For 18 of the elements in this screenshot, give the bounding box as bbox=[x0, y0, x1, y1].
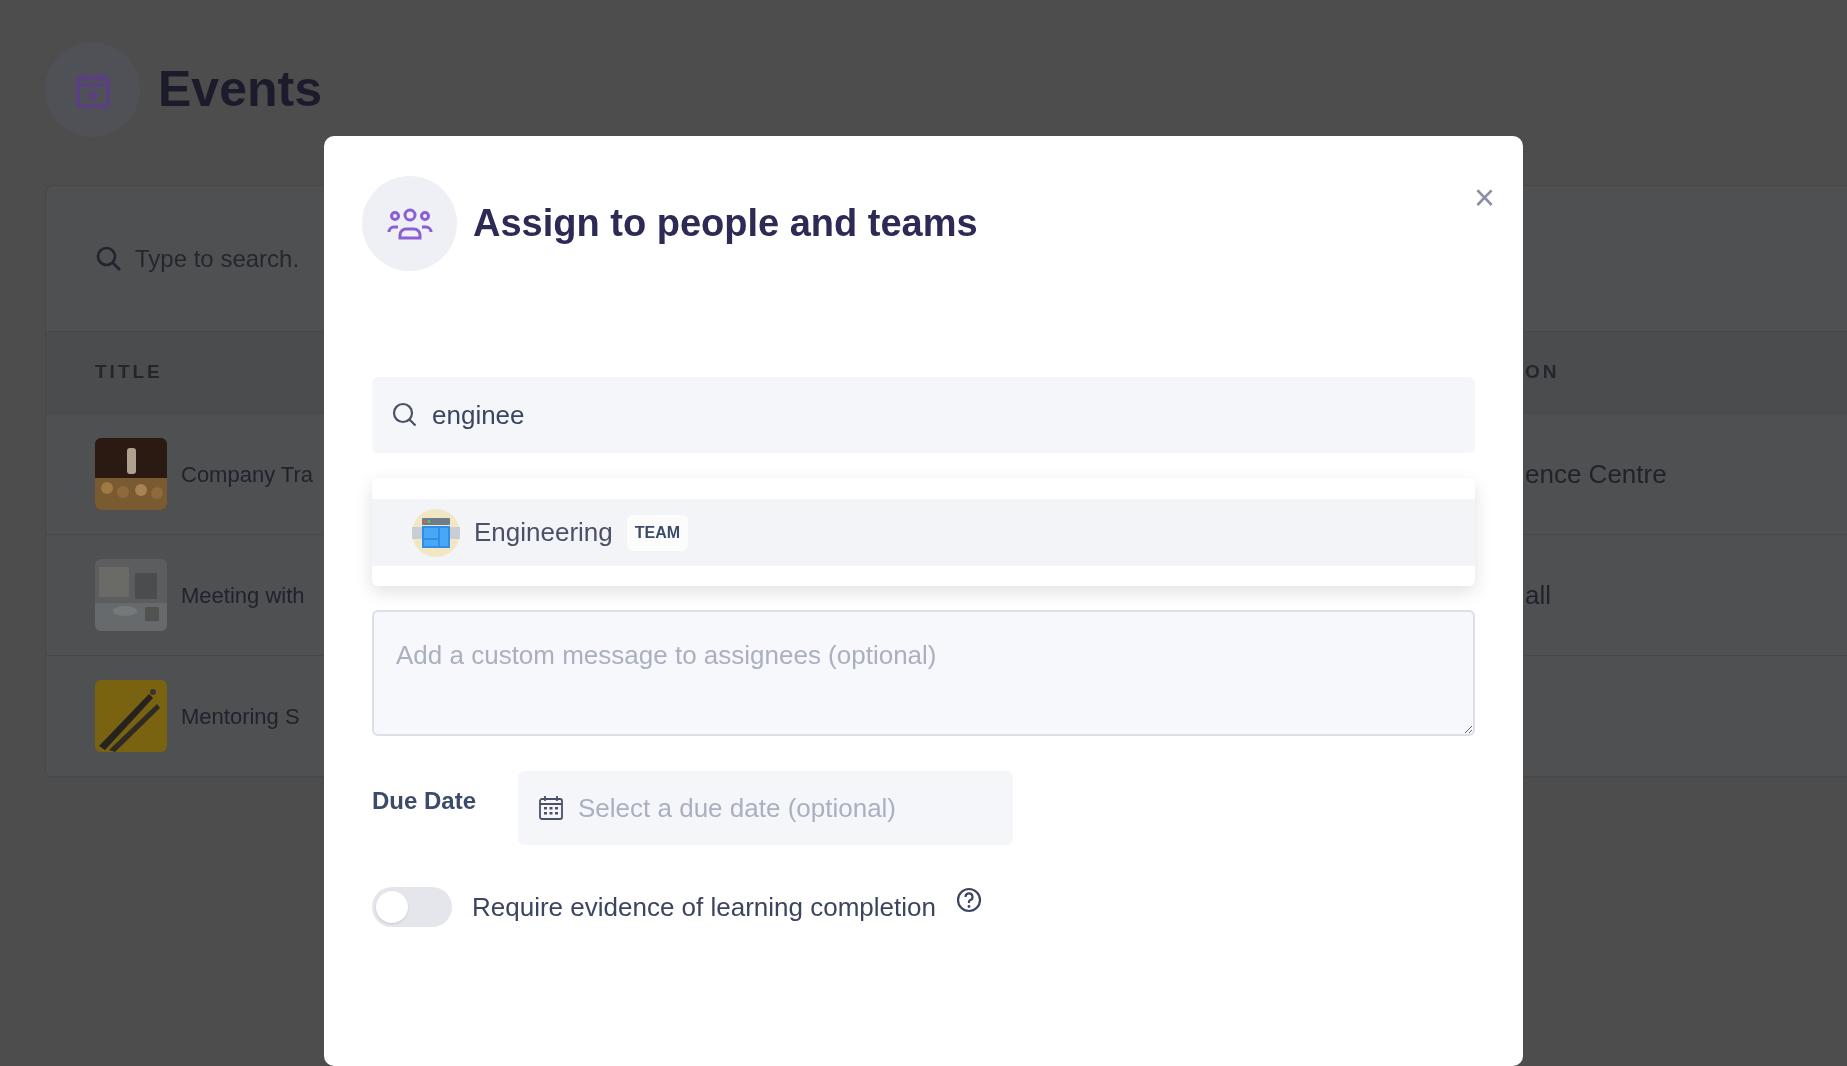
result-item[interactable]: Engineering TEAM bbox=[372, 499, 1475, 566]
team-name: Engineering bbox=[474, 516, 613, 549]
help-icon bbox=[955, 887, 982, 913]
people-search-field[interactable]: enginee bbox=[372, 377, 1475, 453]
people-icon bbox=[386, 206, 433, 241]
search-icon bbox=[95, 244, 123, 273]
toggle-label: Require evidence of learning completion bbox=[472, 890, 936, 924]
search-icon bbox=[392, 402, 418, 428]
team-avatar-icon bbox=[412, 508, 460, 557]
toggle-switch[interactable] bbox=[372, 887, 452, 927]
calendar-icon bbox=[74, 70, 111, 109]
dialog-title: Assign to people and teams bbox=[473, 201, 978, 246]
due-date-field[interactable]: Select a due date (optional) bbox=[518, 771, 1014, 845]
message-field[interactable]: Add a custom message to assignees (optional) bbox=[372, 610, 1475, 736]
team-badge: TEAM bbox=[626, 514, 689, 551]
calendar-icon bbox=[538, 795, 565, 821]
due-date-label: Due Date bbox=[372, 786, 477, 816]
close-button[interactable]: × bbox=[1473, 180, 1495, 216]
